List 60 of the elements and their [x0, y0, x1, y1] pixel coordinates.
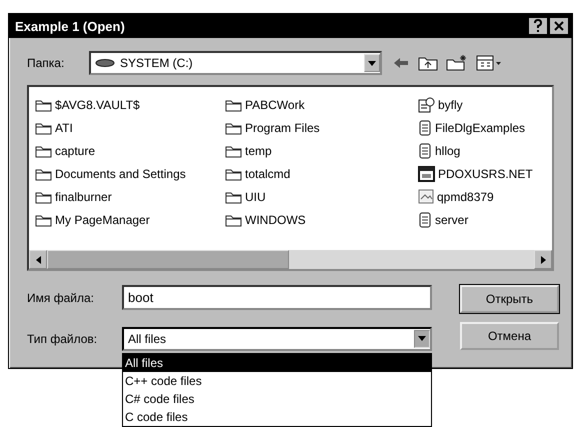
file-list-item[interactable]: Program Files: [225, 116, 418, 139]
file-list-item[interactable]: finalburner: [35, 185, 225, 208]
file-list-item[interactable]: server: [418, 208, 548, 231]
scroll-left-icon[interactable]: [29, 250, 47, 269]
close-icon[interactable]: [550, 18, 568, 34]
file-list-item[interactable]: PDOXUSRS.NET: [418, 162, 548, 185]
folder-icon: [225, 144, 242, 158]
folder-icon: [225, 166, 242, 180]
folder-icon: [225, 98, 242, 112]
file-list-item[interactable]: PABCWork: [225, 93, 418, 116]
new-folder-icon[interactable]: [446, 55, 468, 71]
file-name-field[interactable]: boot: [122, 285, 432, 310]
open-button[interactable]: Открыть: [460, 285, 559, 313]
folder-icon: [35, 166, 52, 180]
view-menu-icon[interactable]: [476, 55, 502, 71]
folder-icon: [35, 190, 52, 204]
window-file-icon: [418, 166, 435, 182]
file-list-item[interactable]: hllog: [418, 139, 548, 162]
folder-icon: [35, 212, 52, 226]
network-document-icon: [418, 96, 435, 112]
scroll-right-icon[interactable]: [534, 250, 552, 269]
file-list-item[interactable]: My PageManager: [35, 208, 225, 231]
file-list-item[interactable]: totalcmd: [225, 162, 418, 185]
back-arrow-icon[interactable]: [392, 56, 410, 70]
folder-icon: [35, 144, 52, 158]
dropdown-option[interactable]: C code files: [123, 408, 431, 426]
image-file-icon: [418, 189, 434, 204]
document-icon: [418, 142, 432, 158]
help-icon[interactable]: [529, 18, 547, 34]
cancel-button[interactable]: Отмена: [460, 322, 559, 350]
file-name-label: Имя файла:: [27, 290, 95, 304]
file-list-item[interactable]: capture: [35, 139, 225, 162]
folder-icon: [225, 120, 242, 134]
document-icon: [418, 120, 432, 136]
file-list-item[interactable]: byfly: [418, 93, 548, 116]
scrollbar-thumb[interactable]: [47, 250, 289, 269]
file-list-item[interactable]: qpmd8379: [418, 185, 548, 208]
document-icon: [418, 212, 432, 228]
folder-name: SYSTEM (C:): [120, 56, 193, 70]
file-list-item[interactable]: WINDOWS: [225, 208, 418, 231]
dropdown-option[interactable]: All files: [123, 354, 431, 372]
file-type-label: Тип файлов:: [27, 332, 98, 346]
drive-icon: [95, 58, 115, 68]
folder-dropdown[interactable]: SYSTEM (C:): [89, 51, 382, 75]
dropdown-option[interactable]: C++ code files: [123, 372, 431, 390]
look-in-label: Папка:: [27, 56, 66, 70]
file-list-item[interactable]: UIU: [225, 185, 418, 208]
up-folder-icon[interactable]: [418, 55, 438, 71]
file-list-item[interactable]: FileDlgExamples: [418, 116, 548, 139]
file-list-item[interactable]: temp: [225, 139, 418, 162]
folder-icon: [35, 98, 52, 112]
file-list-item[interactable]: $AVG8.VAULT$: [35, 93, 225, 116]
horizontal-scrollbar[interactable]: [29, 250, 552, 269]
file-list-item[interactable]: Documents and Settings: [35, 162, 225, 185]
folder-icon: [35, 120, 52, 134]
folder-icon: [225, 190, 242, 204]
window-title: Example 1 (Open): [15, 18, 126, 34]
folder-icon: [225, 212, 242, 226]
file-list-item[interactable]: ATI: [35, 116, 225, 139]
dropdown-option[interactable]: C# code files: [123, 390, 431, 408]
